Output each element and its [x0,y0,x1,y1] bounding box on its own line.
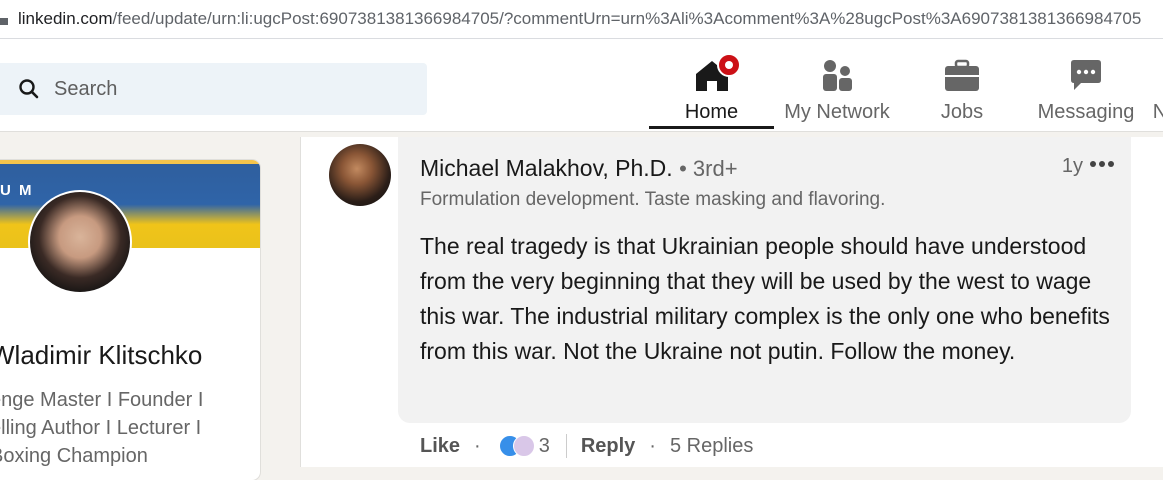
replies-link[interactable]: 5 Replies [670,435,753,458]
profile-avatar[interactable] [28,190,132,294]
profile-name[interactable]: Wladimir Klitschko [0,340,202,371]
profile-headline: enge Master I Founder I elling Author I … [0,389,204,467]
reply-button[interactable]: Reply [581,435,635,458]
lock-icon [0,18,8,25]
more-options-icon[interactable] [1089,159,1115,169]
search-input[interactable] [52,76,396,102]
reaction-icons[interactable] [498,433,539,459]
comment-actions: Like · 3 Reply · 5 Replies [420,430,753,462]
search-box[interactable] [0,63,427,115]
top-nav: Home My Network Jobs [0,39,1163,132]
people-icon [818,57,856,93]
comment-author[interactable]: Michael Malakhov, Ph.D. • 3rd+ [420,155,738,182]
comment-author-headline: Formulation development. Taste masking a… [420,189,886,210]
search-icon [19,79,39,99]
nav-messaging[interactable]: Messaging [1030,51,1142,129]
url-path: /feed/update/urn:li:ugcPost:690738138136… [112,9,1142,28]
separator-dot: · [649,434,656,457]
nav-my-network-label: My Network [784,101,890,123]
nav-my-network[interactable]: My Network [778,51,896,129]
briefcase-icon [943,57,981,93]
divider [565,434,567,458]
comment-timestamp: 1y [1061,155,1083,177]
home-icon [693,53,741,93]
nav-jobs-label: Jobs [940,101,984,123]
banner-text: U M [0,182,34,199]
insightful-reaction-icon [512,435,535,457]
profile-card[interactable]: U M Wladimir Klitschko enge Master I Fou… [0,160,260,480]
comment-author-name[interactable]: Michael Malakhov, Ph.D. [420,155,673,181]
browser-url-bar[interactable]: linkedin.com /feed/update/urn:li:ugcPost… [0,0,1163,39]
reaction-count[interactable]: 3 [539,435,550,458]
like-button[interactable]: Like [420,435,460,458]
nav-home-label: Home [684,101,739,123]
nav-messaging-label: Messaging [1037,101,1135,123]
comment-text: The real tragedy is that Ukrainian peopl… [420,233,1110,364]
nav-jobs[interactable]: Jobs [920,51,1004,129]
comment-author-avatar[interactable] [329,144,391,206]
notification-dot [716,53,741,77]
connection-degree: • 3rd+ [679,156,738,181]
comment-bubble: Michael Malakhov, Ph.D. • 3rd+ Formulati… [398,137,1131,423]
url-host: linkedin.com [18,9,113,28]
separator-dot: · [474,434,481,457]
chat-icon [1067,57,1105,93]
nav-notifications-partial[interactable]: N [1150,51,1163,129]
nav-home[interactable]: Home [649,51,774,129]
